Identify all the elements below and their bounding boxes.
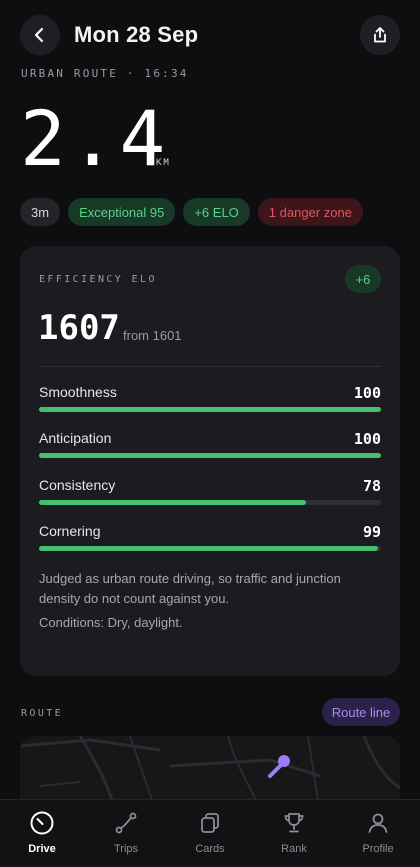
- page-title: Mon 28 Sep: [74, 22, 199, 47]
- cards-icon: [197, 810, 223, 836]
- trip-summary-chips: 3m Exceptional 95 +6 ELO 1 danger zone: [20, 198, 363, 226]
- tab-label: Profile: [362, 843, 394, 855]
- duration-chip: 3m: [20, 198, 61, 226]
- danger-zone-chip[interactable]: 1 danger zone: [257, 198, 363, 226]
- tab-drive[interactable]: Drive: [0, 810, 84, 860]
- route-section-label: ROUTE: [21, 708, 64, 719]
- metric-score: 100: [353, 430, 381, 448]
- rating-chip: Exceptional 95: [68, 198, 176, 226]
- route-icon: [113, 810, 139, 836]
- metric-score: 78: [362, 477, 381, 495]
- distance-unit: KM: [156, 158, 171, 168]
- metric-name: Consistency: [39, 477, 116, 493]
- map-streets: [20, 736, 400, 800]
- metric-cornering: Cornering 99: [39, 523, 381, 559]
- tab-label: Trips: [113, 843, 139, 855]
- elo-change-chip: +6 ELO: [183, 198, 250, 226]
- metric-bar-fill: [39, 407, 381, 412]
- tab-cards[interactable]: Cards: [168, 810, 252, 860]
- chevron-left-icon: [34, 27, 44, 43]
- metric-name: Cornering: [39, 523, 101, 539]
- conditions-text: Conditions: Dry, daylight.: [39, 615, 183, 630]
- metric-bar-fill: [39, 500, 306, 505]
- card-label: EFFICIENCY ELO: [39, 274, 157, 285]
- trip-distance: 2.4: [20, 94, 170, 183]
- back-button[interactable]: [20, 15, 60, 55]
- share-icon: [374, 27, 386, 43]
- route-start-marker-icon: [268, 755, 290, 778]
- efficiency-elo-card: EFFICIENCY ELO +6 1607 from 1601 Smoothn…: [20, 246, 400, 676]
- metric-smoothness: Smoothness 100: [39, 384, 381, 420]
- tab-label: Cards: [195, 843, 225, 855]
- tab-label: Rank: [281, 843, 307, 855]
- metric-score: 99: [362, 523, 381, 541]
- elo-delta-badge: +6: [345, 265, 381, 293]
- top-bar: Mon 28 Sep: [0, 0, 420, 70]
- route-line-toggle[interactable]: Route line: [322, 698, 400, 726]
- route-map[interactable]: [20, 736, 400, 800]
- metric-bar-track: [39, 453, 381, 458]
- tab-trips[interactable]: Trips: [84, 810, 168, 860]
- bottom-tab-bar: Drive Trips Cards Rank Profile: [0, 799, 420, 867]
- divider: [39, 366, 381, 367]
- metric-bar-track: [39, 546, 381, 551]
- metric-bar-track: [39, 407, 381, 412]
- metric-name: Anticipation: [39, 430, 112, 446]
- metric-score: 100: [353, 384, 381, 402]
- metric-bar-fill: [39, 546, 378, 551]
- elo-previous: from 1601: [123, 328, 182, 343]
- elo-value: 1607: [38, 308, 120, 348]
- person-icon: [365, 810, 391, 836]
- gauge-icon: [29, 810, 55, 836]
- tab-label: Drive: [28, 843, 56, 855]
- metric-bar-fill: [39, 453, 381, 458]
- metric-bar-track: [39, 500, 381, 505]
- metric-anticipation: Anticipation 100: [39, 430, 381, 466]
- trophy-icon: [281, 810, 307, 836]
- tab-rank[interactable]: Rank: [252, 810, 336, 860]
- share-button[interactable]: [360, 15, 400, 55]
- judging-note: Judged as urban route driving, so traffi…: [39, 571, 341, 606]
- trip-meta: URBAN ROUTE · 16:34: [21, 67, 189, 80]
- metric-consistency: Consistency 78: [39, 477, 381, 513]
- tab-profile[interactable]: Profile: [336, 810, 420, 860]
- metric-name: Smoothness: [39, 384, 117, 400]
